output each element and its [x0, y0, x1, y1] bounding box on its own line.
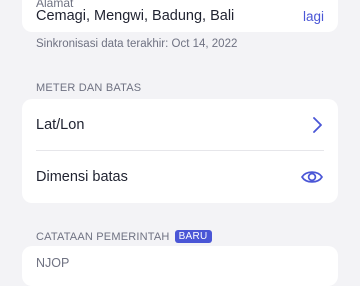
- row-lat-lon-label: Lat/Lon: [36, 117, 85, 133]
- section-header-gov-records: CATATAAN PEMERINTAH BARU: [36, 230, 212, 243]
- section-header-meter: METER DAN BATAS: [36, 82, 142, 94]
- new-badge: BARU: [174, 230, 212, 243]
- eye-icon[interactable]: [300, 168, 324, 186]
- chevron-right-icon: [310, 116, 324, 134]
- njop-label: NJOP: [36, 256, 70, 270]
- section-header-gov-label: CATATAAN PEMERINTAH: [36, 230, 170, 243]
- address-more-link[interactable]: lagi: [303, 9, 324, 24]
- meter-card: Lat/Lon Dimensi batas: [22, 99, 338, 203]
- sync-status-text: Sinkronisasi data terakhir: Oct 14, 2022: [36, 38, 238, 50]
- gov-records-card[interactable]: NJOP: [22, 246, 338, 286]
- row-dimensi-batas-label: Dimensi batas: [36, 169, 128, 185]
- row-lat-lon[interactable]: Lat/Lon: [36, 99, 324, 151]
- address-value: Cemagi, Mengwi, Badung, Bali: [36, 8, 235, 24]
- row-dimensi-batas[interactable]: Dimensi batas: [36, 151, 324, 203]
- address-card: Alamat Cemagi, Mengwi, Badung, Bali lagi: [22, 0, 338, 32]
